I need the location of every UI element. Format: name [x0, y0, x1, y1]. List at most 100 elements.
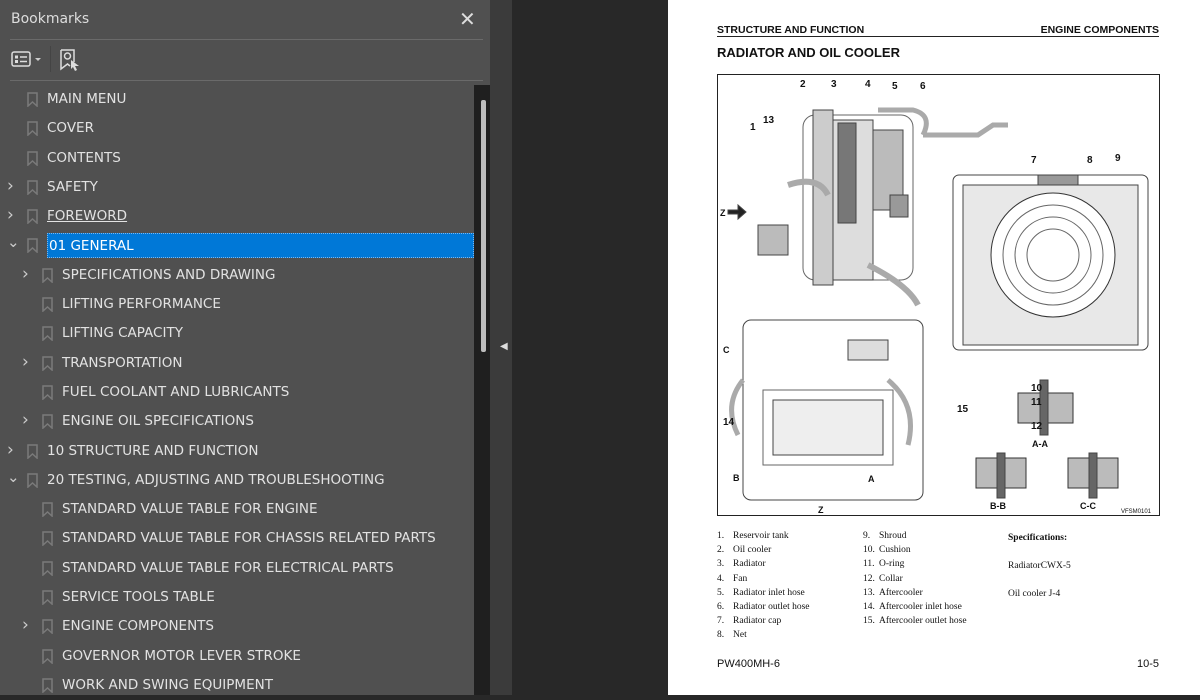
bookmark-item[interactable]: › ENGINE COMPONENTS [0, 612, 474, 641]
bookmark-item[interactable]: › SAFETY [0, 173, 474, 202]
bookmark-item[interactable]: › FOREWORD [0, 202, 474, 231]
legend-text: O-ring [879, 559, 905, 570]
bookmark-item[interactable]: WORK AND SWING EQUIPMENT [0, 671, 474, 700]
bookmark-label[interactable]: STANDARD VALUE TABLE FOR ELECTRICAL PART… [62, 560, 394, 577]
chevron-right-icon[interactable]: › [22, 352, 32, 372]
legend-text: Radiator outlet hose [733, 602, 810, 613]
bookmark-icon [27, 121, 38, 137]
spec-oil-cooler: Oil cooler J-4 [1008, 589, 1061, 600]
callout-8: 8 [1087, 155, 1093, 166]
bookmark-label[interactable]: STANDARD VALUE TABLE FOR ENGINE [62, 501, 318, 518]
bookmark-label[interactable]: ENGINE COMPONENTS [62, 618, 214, 635]
legend-text: Collar [879, 573, 903, 584]
chevron-right-icon[interactable]: › [22, 264, 32, 284]
chevron-right-icon[interactable]: › [7, 205, 17, 225]
legend-number: 12. [863, 573, 875, 584]
chevron-right-icon[interactable]: › [22, 410, 32, 430]
bookmark-label[interactable]: LIFTING CAPACITY [62, 325, 183, 342]
callout-6: 6 [920, 81, 926, 92]
bookmark-item[interactable]: › TRANSPORTATION [0, 349, 474, 378]
bookmark-label[interactable]: CONTENTS [47, 150, 121, 167]
bookmark-label[interactable]: SPECIFICATIONS AND DRAWING [62, 267, 275, 284]
bookmark-item[interactable]: MAIN MENU [0, 85, 474, 114]
legend-item: 5. Radiator inlet hose [717, 586, 810, 600]
bookmark-icon [42, 414, 53, 430]
chevron-right-icon[interactable]: › [7, 440, 17, 460]
legend-column-2: 9. Shroud 10. Cushion 11. O-ring 12. Collar 13. A… [863, 529, 967, 628]
bookmark-item[interactable]: FUEL COOLANT AND LUBRICANTS [0, 378, 474, 407]
view-label: A-A [1032, 439, 1048, 449]
bookmark-item[interactable]: LIFTING CAPACITY [0, 319, 474, 348]
bookmark-icon [27, 150, 38, 166]
chevron-right-icon[interactable]: › [7, 176, 17, 196]
bookmark-label[interactable]: SERVICE TOOLS TABLE [62, 589, 215, 606]
chevron-down-icon[interactable]: ⌄ [7, 468, 20, 486]
footer-page-number: 10-5 [1137, 658, 1160, 670]
callout-2: 2 [800, 79, 806, 90]
bookmark-label[interactable]: 10 STRUCTURE AND FUNCTION [47, 443, 258, 460]
bookmark-icon [42, 355, 53, 371]
scrollbar-thumb[interactable] [481, 100, 486, 352]
find-current-bookmark-button[interactable] [59, 48, 81, 72]
list-options-icon [11, 51, 41, 67]
legend-text: Cushion [879, 545, 911, 556]
legend-number: 6. [717, 602, 725, 613]
bookmark-label[interactable]: ENGINE OIL SPECIFICATIONS [62, 413, 254, 430]
bookmark-label[interactable]: 20 TESTING, ADJUSTING AND TROUBLESHOOTIN… [47, 472, 385, 489]
legend-text: Radiator inlet hose [733, 587, 805, 598]
page-title: RADIATOR AND OIL COOLER [717, 45, 900, 60]
bookmark-label[interactable]: FUEL COOLANT AND LUBRICANTS [62, 384, 289, 401]
legend-item: 8. Net [717, 628, 810, 642]
bookmark-icon [27, 443, 38, 459]
bookmark-label[interactable]: COVER [47, 120, 94, 137]
legend-item: 2. Oil cooler [717, 543, 810, 557]
bookmark-label[interactable]: SAFETY [47, 179, 98, 196]
specs-heading: Specifications: [1008, 533, 1068, 543]
callout-7: 7 [1031, 155, 1037, 166]
bookmark-icon [42, 531, 53, 547]
chevron-down-icon[interactable]: ⌄ [7, 233, 20, 251]
bookmark-item[interactable]: › 10 STRUCTURE AND FUNCTION [0, 437, 474, 466]
bookmark-item[interactable]: LIFTING PERFORMANCE [0, 290, 474, 319]
bookmark-label[interactable]: LIFTING PERFORMANCE [62, 296, 221, 313]
bookmark-icon [27, 180, 38, 195]
bookmark-item[interactable]: STANDARD VALUE TABLE FOR ELECTRICAL PART… [0, 554, 474, 583]
bookmark-icon [42, 590, 53, 606]
specifications: Specifications: RadiatorCWX-5 Oil cooler… [1008, 531, 1071, 602]
close-icon[interactable]: ✕ [459, 7, 476, 31]
bookmark-label[interactable]: WORK AND SWING EQUIPMENT [62, 677, 273, 694]
bookmark-icon [42, 268, 53, 283]
bookmark-item[interactable]: › SPECIFICATIONS AND DRAWING [0, 261, 474, 290]
callout-13: 13 [763, 115, 775, 126]
bookmark-item[interactable]: STANDARD VALUE TABLE FOR ENGINE [0, 495, 474, 524]
legend-number: 3. [717, 559, 725, 570]
legend-item: 1. Reservoir tank [717, 529, 810, 543]
bookmark-item[interactable]: GOVERNOR MOTOR LEVER STROKE [0, 642, 474, 671]
options-menu-button[interactable] [11, 50, 43, 70]
chevron-right-icon[interactable]: › [22, 615, 32, 635]
bookmark-item[interactable]: SERVICE TOOLS TABLE [0, 583, 474, 612]
bookmark-item[interactable]: COVER [0, 114, 474, 143]
bookmark-label[interactable]: 01 GENERAL [47, 233, 474, 259]
legend-text: Aftercooler outlet hose [879, 616, 967, 627]
collapse-panel-icon[interactable]: ◀ [500, 341, 508, 352]
bookmark-label[interactable]: GOVERNOR MOTOR LEVER STROKE [62, 648, 301, 665]
bookmark-item[interactable]: › ENGINE OIL SPECIFICATIONS [0, 407, 474, 436]
bookmark-label[interactable]: STANDARD VALUE TABLE FOR CHASSIS RELATED… [62, 530, 436, 547]
legend-text: Radiator cap [733, 616, 782, 627]
bookmark-item[interactable]: STANDARD VALUE TABLE FOR CHASSIS RELATED… [0, 524, 474, 553]
bookmark-label[interactable]: FOREWORD [47, 208, 127, 225]
legend-item: 11. O-ring [863, 557, 967, 571]
bookmark-icon [42, 561, 53, 576]
bookmark-label[interactable]: MAIN MENU [47, 91, 126, 108]
bookmark-item[interactable]: CONTENTS [0, 144, 474, 173]
footer-model: PW400MH-6 [717, 658, 780, 670]
legend-item: 15. Aftercooler outlet hose [863, 614, 967, 628]
legend-text: Radiator [733, 559, 766, 570]
bookmark-item[interactable]: ⌄ 20 TESTING, ADJUSTING AND TROUBLESHOOTI… [0, 466, 474, 495]
legend-column-1: 1. Reservoir tank 2. Oil cooler 3. Radiator 4.… [717, 529, 810, 643]
bookmark-label[interactable]: TRANSPORTATION [62, 355, 183, 372]
view-label: C [723, 345, 730, 355]
legend-text: Aftercooler inlet hose [879, 602, 962, 613]
bookmark-item[interactable]: ⌄ 01 GENERAL [0, 231, 474, 260]
